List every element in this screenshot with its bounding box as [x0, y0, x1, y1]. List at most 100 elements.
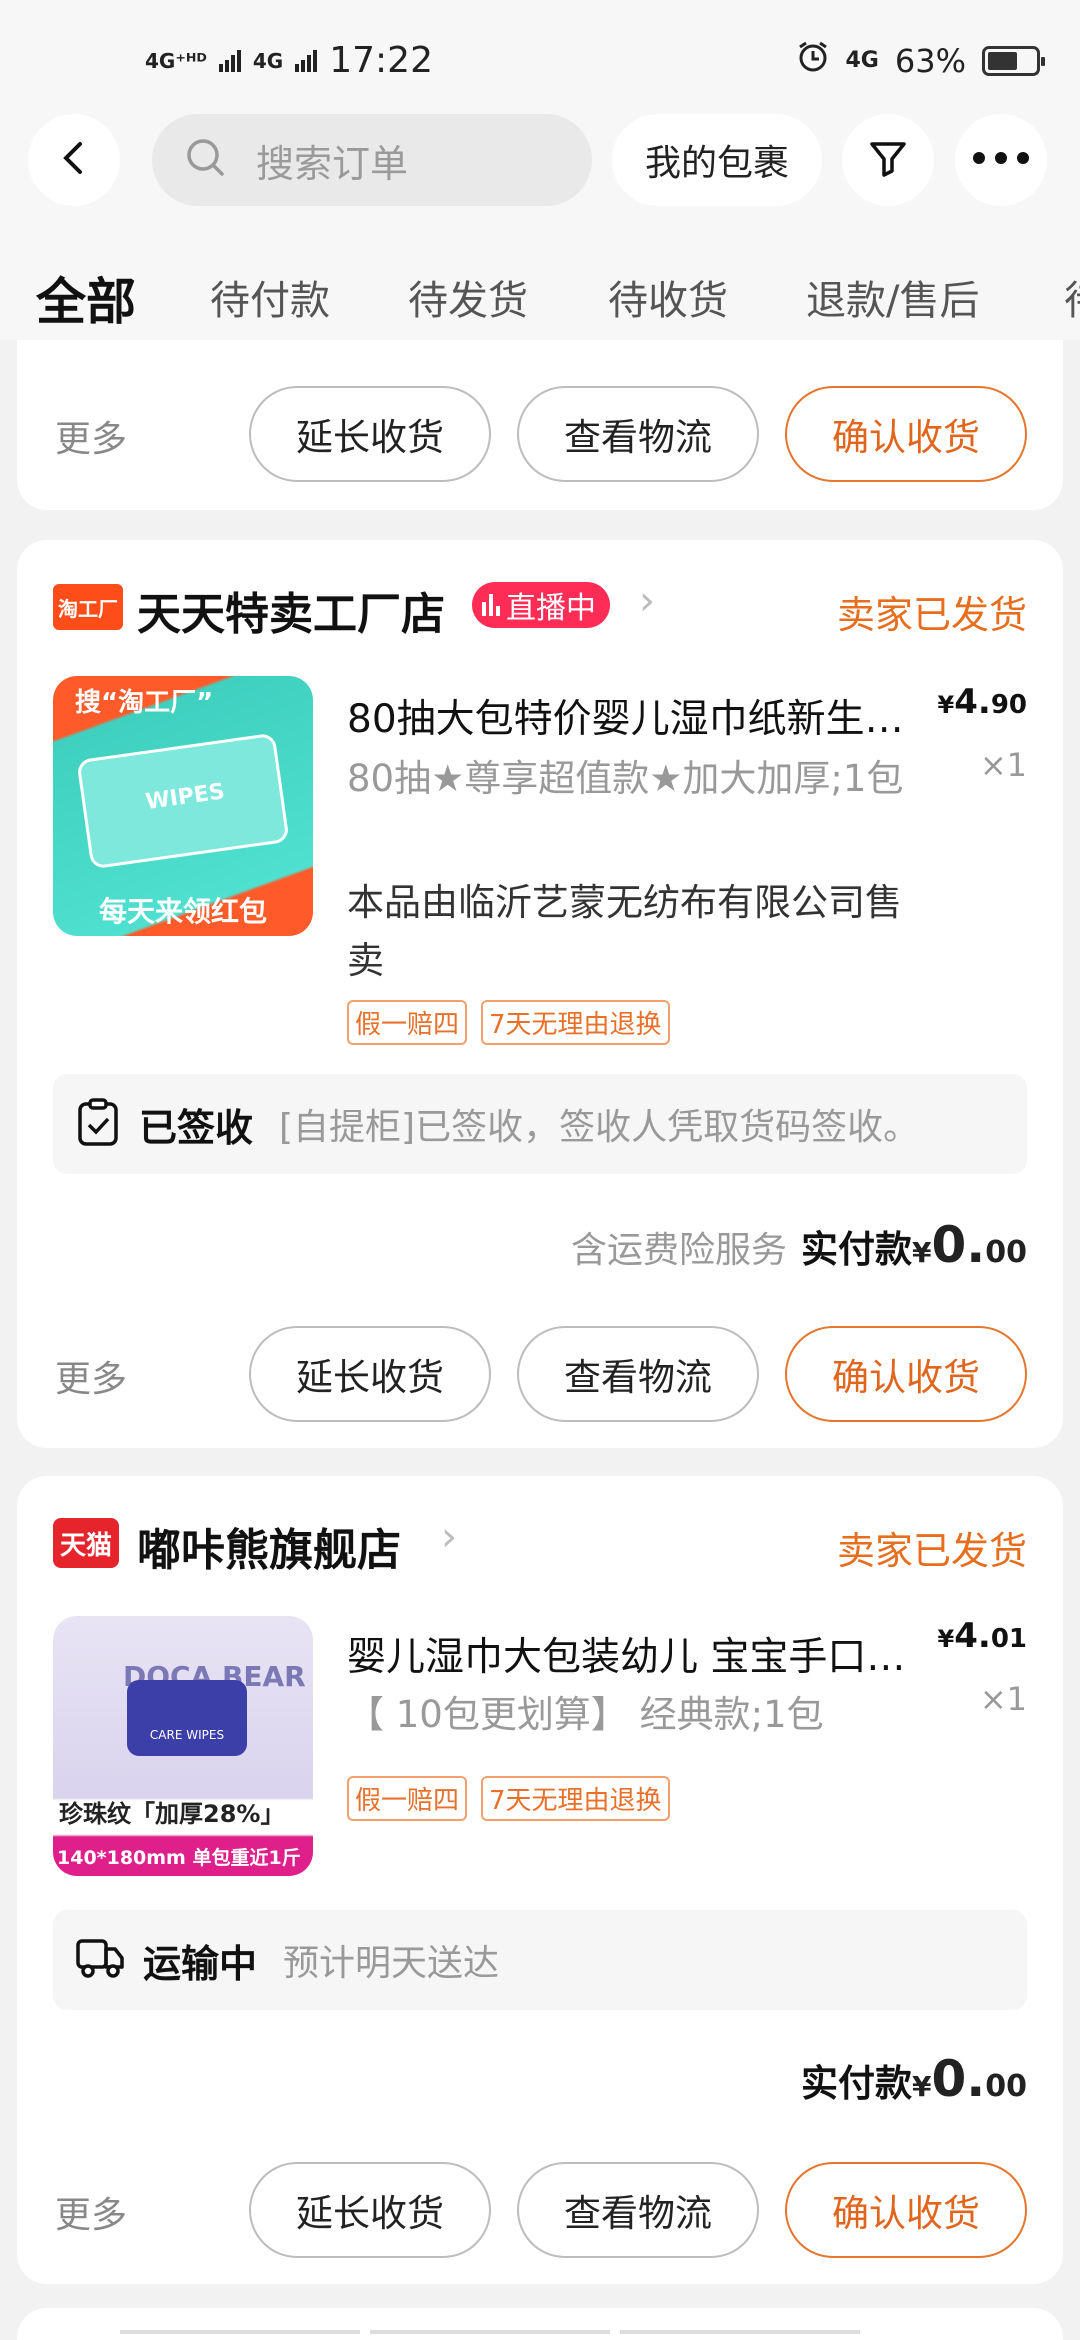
total-label: 实付款 — [800, 1228, 912, 1271]
product-image-mid-text: WIPES — [144, 779, 227, 816]
service-tag: 7天无理由退换 — [481, 1776, 670, 1821]
price-integer: 4. — [954, 682, 991, 722]
product-title[interactable]: 婴儿湿巾大包装幼儿 宝宝手口专用湿纸巾 — [347, 1626, 937, 1682]
live-badge[interactable]: 直播中 — [472, 582, 610, 628]
product-package: WIPES — [76, 732, 290, 870]
chevron-right-icon: › — [639, 578, 655, 624]
filter-icon — [867, 137, 909, 183]
order-status: 卖家已发货 — [836, 1529, 1027, 1573]
tab-all[interactable]: 全部 — [36, 262, 136, 334]
seller-note: 本品由临沂艺蒙无纺布有限公司售卖 — [347, 881, 902, 982]
shop-name[interactable]: 天天特卖工厂店 — [137, 578, 445, 642]
taogongchang-logo: 淘工厂 — [53, 584, 123, 630]
back-button[interactable] — [28, 114, 120, 206]
tab-pending-shipment[interactable]: 待发货 — [408, 268, 528, 326]
signal-bars-icon — [218, 49, 241, 72]
status-bar: 4G⁺ᴴᴰ 4G 17:22 4G 63% — [0, 0, 1080, 110]
more-options-button[interactable] — [955, 114, 1047, 206]
delivery-truck-icon — [75, 1935, 125, 1985]
total-decimal: 00 — [985, 2069, 1027, 2104]
currency-symbol: ¥ — [937, 1625, 955, 1653]
chevron-left-icon — [54, 138, 94, 182]
live-bars-icon — [482, 594, 500, 616]
clock: 17:22 — [329, 40, 433, 81]
product-price: ¥4.90 — [938, 682, 1027, 722]
logistics-status: 已签收 — [139, 1105, 254, 1150]
extend-receipt-button[interactable]: 延长收货 — [249, 1326, 491, 1422]
shipping-insurance-note: 含运费险服务 — [570, 1230, 787, 1271]
service-tags: 假一赔四 7天无理由退换 — [347, 1776, 670, 1821]
product-image-bottom-text: 每天来领红包 — [98, 895, 267, 928]
currency-symbol: ¥ — [937, 691, 955, 719]
price-decimal: 01 — [990, 1624, 1027, 1654]
extend-receipt-button[interactable]: 延长收货 — [249, 386, 491, 482]
product-spec: 80抽★尊享超值款★加大加厚;1包 — [347, 757, 904, 800]
product-quantity: ×1 — [979, 1680, 1027, 1718]
chevron-right-icon: › — [441, 1514, 457, 1560]
total-integer: 0. — [931, 1216, 986, 1274]
total-label: 实付款 — [800, 2062, 912, 2105]
view-logistics-button[interactable]: 查看物流 — [517, 1326, 759, 1422]
view-logistics-button[interactable]: 查看物流 — [517, 2162, 759, 2258]
battery-percent: 63% — [894, 42, 966, 80]
service-tag: 7天无理由退换 — [481, 1000, 670, 1045]
product-price: ¥4.01 — [938, 1616, 1027, 1656]
extend-receipt-button[interactable]: 延长收货 — [249, 2162, 491, 2258]
ellipsis-icon — [971, 148, 1031, 172]
tab-refund[interactable]: 退款/售后 — [806, 268, 979, 326]
tab-pending-payment[interactable]: 待付款 — [210, 268, 330, 326]
product-quantity: ×1 — [979, 746, 1027, 784]
more-link[interactable]: 更多 — [55, 1350, 127, 1402]
total-decimal: 00 — [985, 1235, 1027, 1270]
order-total: 实付款 ¥ 0. 00 — [801, 2050, 1027, 2108]
confirm-receipt-button[interactable]: 确认收货 — [785, 1326, 1027, 1422]
image-strip-peek — [120, 2330, 860, 2334]
view-logistics-button[interactable]: 查看物流 — [517, 386, 759, 482]
top-bar: 搜索订单 我的包裹 — [0, 110, 1080, 240]
price-decimal: 90 — [990, 690, 1027, 720]
tab-overflow[interactable]: 待 — [1064, 268, 1080, 326]
logistics-bar[interactable]: 已签收 [自提柜]已签收，签收人凭取货码签收。 — [53, 1074, 1027, 1174]
product-image-line2: 140*180mm 单包重近1斤 — [57, 1847, 301, 1869]
product-package: CARE WIPES — [127, 1680, 247, 1756]
product-image-mid-text: CARE WIPES — [149, 1728, 225, 1742]
order-total: 含运费险服务 实付款 ¥ 0. 00 — [571, 1216, 1027, 1274]
more-link[interactable]: 更多 — [55, 410, 127, 462]
confirm-receipt-button[interactable]: 确认收货 — [785, 2162, 1027, 2258]
order-card-peek — [17, 2308, 1063, 2340]
search-placeholder: 搜索订单 — [256, 141, 409, 186]
currency-symbol: ¥ — [911, 2070, 932, 2103]
logistics-status: 运输中 — [143, 1941, 258, 1986]
shop-name[interactable]: 嘟咔熊旗舰店 — [137, 1514, 401, 1578]
logistics-description: 预计明天送达 — [283, 1943, 500, 1984]
confirm-receipt-button[interactable]: 确认收货 — [785, 386, 1027, 482]
clipboard-check-icon — [75, 1097, 121, 1151]
service-tag: 假一赔四 — [347, 1000, 468, 1045]
signal-bars-icon — [295, 49, 318, 72]
product-image[interactable]: DOCA BEAR CARE WIPES 珍珠纹「加厚28%」 140*180m… — [53, 1616, 313, 1876]
search-icon — [184, 136, 228, 184]
product-image[interactable]: 搜“淘工厂” WIPES 每天来领红包 — [53, 676, 313, 936]
signal-indicator-2: 4G — [252, 48, 284, 73]
tmall-logo: 天猫 — [53, 1518, 119, 1568]
product-image-line1: 珍珠纹「加厚28%」 — [59, 1800, 285, 1828]
order-card: 淘工厂 天天特卖工厂店 直播中 › 卖家已发货 搜“淘工厂” WIPES 每天来… — [17, 540, 1063, 1448]
tab-pending-receipt[interactable]: 待收货 — [608, 268, 728, 326]
total-integer: 0. — [931, 2050, 986, 2108]
battery-icon — [982, 46, 1045, 76]
service-tags: 假一赔四 7天无理由退换 — [347, 1000, 670, 1045]
my-packages-button[interactable]: 我的包裹 — [612, 114, 822, 206]
service-tag: 假一赔四 — [347, 1776, 468, 1821]
more-link[interactable]: 更多 — [55, 2186, 127, 2238]
live-label: 直播中 — [506, 591, 596, 626]
product-title[interactable]: 80抽大包特价婴儿湿巾纸新生儿手口专用 — [347, 688, 937, 744]
search-input[interactable]: 搜索订单 — [152, 114, 592, 206]
network-type: 4G — [845, 48, 879, 73]
filter-button[interactable] — [842, 114, 934, 206]
signal-indicator-1: 4G⁺ᴴᴰ — [145, 48, 207, 73]
logistics-bar[interactable]: 运输中 预计明天送达 — [53, 1910, 1027, 2010]
alarm-icon — [796, 40, 830, 82]
product-image-top-text: 搜“淘工厂” — [75, 688, 214, 718]
price-integer: 4. — [954, 1616, 991, 1656]
order-tabs: 全部 待付款 待发货 待收货 退款/售后 待 — [0, 240, 1080, 340]
